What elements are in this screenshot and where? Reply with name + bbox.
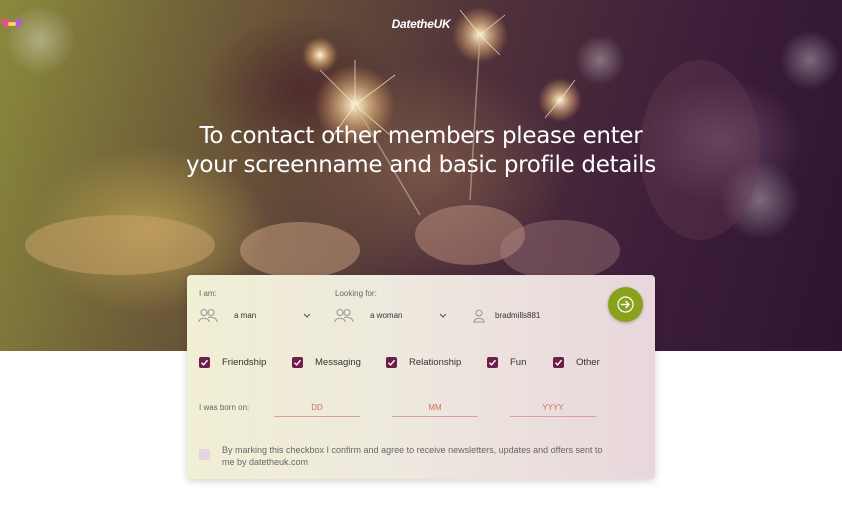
i-am-select[interactable]: a man: [227, 305, 313, 325]
screenname-value: bradmills881: [495, 311, 541, 320]
fun-checkbox[interactable]: [487, 357, 498, 368]
brand-name: DatetheUK: [391, 17, 451, 31]
chevron-down-icon: [303, 313, 311, 318]
profile-form-card: I am: a man Looking for: a woman bradmil…: [187, 275, 655, 479]
hearts-logo-icon: [1, 18, 23, 29]
people-icon: [334, 308, 354, 323]
looking-for-value: a woman: [370, 311, 403, 320]
i-am-label: I am:: [199, 289, 217, 298]
looking-for-label: Looking for:: [335, 289, 377, 298]
submit-button[interactable]: [608, 287, 643, 322]
other-checkbox[interactable]: [553, 357, 564, 368]
dob-month-input[interactable]: MM: [392, 399, 478, 417]
fun-label: Fun: [510, 357, 527, 368]
newsletter-consent-text: By marking this checkbox I confirm and a…: [222, 445, 603, 467]
friendship-checkbox[interactable]: [199, 357, 210, 368]
dob-day-input[interactable]: DD: [274, 399, 360, 417]
check-icon: [294, 359, 302, 366]
relationship-checkbox[interactable]: [386, 357, 397, 368]
check-icon: [555, 359, 563, 366]
user-icon: [473, 309, 485, 323]
page-headline: To contact other members please enter yo…: [186, 123, 656, 178]
friendship-label: Friendship: [222, 357, 267, 368]
i-am-value: a man: [234, 311, 257, 320]
messaging-checkbox[interactable]: [292, 357, 303, 368]
check-icon: [201, 359, 209, 366]
brand-logo[interactable]: DatetheUK: [0, 17, 842, 31]
check-icon: [388, 359, 396, 366]
check-icon: [489, 359, 497, 366]
chevron-down-icon: [439, 313, 447, 318]
looking-for-select[interactable]: a woman: [363, 305, 449, 325]
newsletter-checkbox[interactable]: [199, 449, 210, 460]
people-icon: [198, 308, 218, 323]
messaging-label: Messaging: [315, 357, 361, 368]
other-label: Other: [576, 357, 600, 368]
dob-year-input[interactable]: YYYY: [510, 399, 596, 417]
arrow-right-icon: [617, 296, 634, 313]
screenname-input[interactable]: bradmills881: [489, 305, 599, 325]
relationship-label: Relationship: [409, 357, 462, 368]
dob-label: I was born on:: [199, 403, 250, 412]
